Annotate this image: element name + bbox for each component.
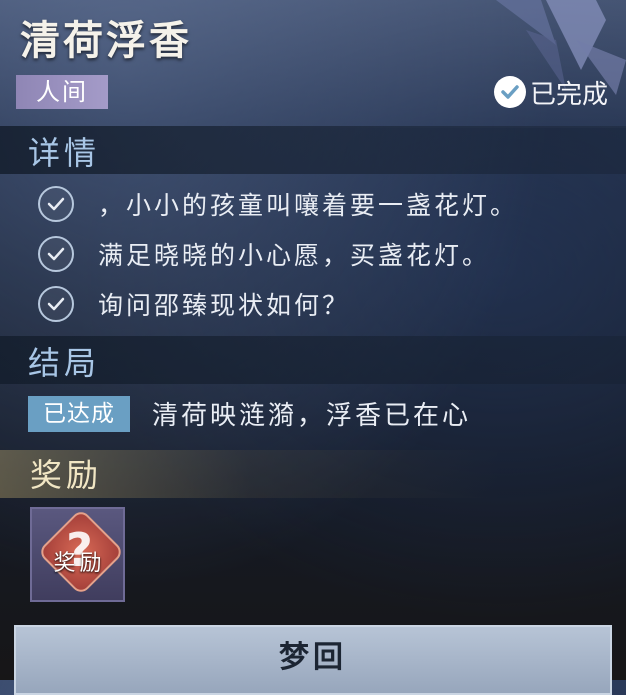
goal-item: ，小小的孩童叫嚷着要一盏花灯。 — [38, 186, 518, 222]
goal-text: 满足晓晓的小心愿，买盏花灯。 — [98, 241, 491, 270]
goal-item: 满足晓晓的小心愿，买盏花灯。 — [38, 236, 490, 272]
checkmark-icon — [38, 236, 74, 272]
completion-status: 已完成 — [493, 72, 608, 112]
quest-panel: 清荷浮香 人间 已完成 详情 ，小小的孩童叫嚷着要一盏花灯。 满足晓晓的小心愿，… — [0, 0, 626, 695]
check-circle-icon — [493, 76, 526, 108]
reward-item-slot[interactable]: ? 奖励 — [30, 507, 125, 602]
ending-heading: 结局 — [28, 344, 101, 382]
ending-row: 已达成 清荷映涟漪，浮香已在心 — [28, 395, 471, 432]
dream-return-button[interactable]: 梦回 — [14, 625, 612, 695]
reward-item-label: 奖励 — [53, 551, 106, 576]
goal-text: ，小小的孩童叫嚷着要一盏花灯。 — [98, 191, 519, 220]
goal-item: 询问邵臻现状如何？ — [38, 286, 350, 322]
ending-achieved-badge: 已达成 — [28, 395, 130, 432]
realm-tag: 人间 — [16, 75, 108, 109]
details-heading: 详情 — [28, 134, 101, 172]
checkmark-icon — [38, 186, 74, 222]
quest-title: 清荷浮香 — [20, 18, 192, 64]
checkmark-icon — [38, 286, 74, 322]
ending-text: 清荷映涟漪，浮香已在心 — [152, 401, 472, 431]
completion-status-label: 已完成 — [529, 79, 608, 110]
goal-text: 询问邵臻现状如何？ — [98, 291, 351, 320]
reward-heading: 奖励 — [30, 456, 103, 494]
